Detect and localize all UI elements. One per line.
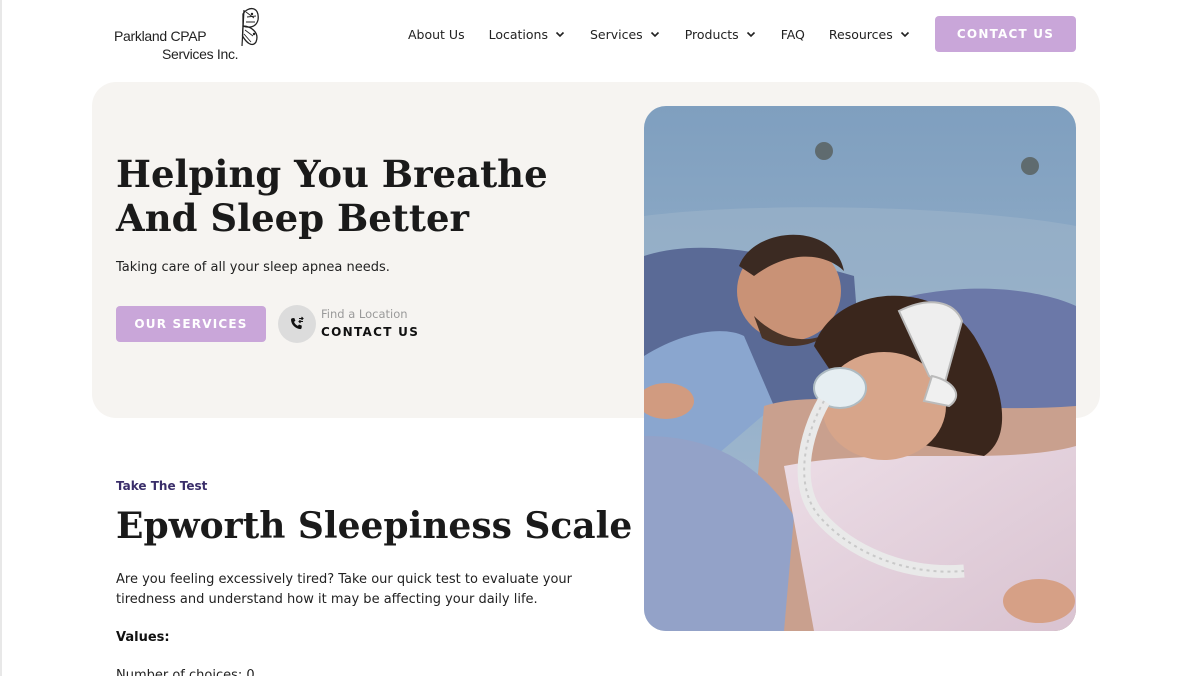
test-description: Are you feeling excessively tired? Take …: [116, 572, 572, 607]
nav-label: Services: [589, 26, 643, 42]
chevron-down-icon: [555, 31, 565, 38]
nav-resources[interactable]: Resources: [829, 27, 911, 42]
nav-faq[interactable]: FAQ: [781, 27, 805, 42]
site-header: Parkland CPAP Services Inc. About Us Loc…: [0, 0, 1189, 80]
chevron-down-icon: [746, 31, 755, 38]
choices-count: Number of choices: 0: [116, 668, 255, 676]
nav-label: FAQ: [780, 26, 805, 42]
find-location-link[interactable]: Find a Location: [321, 307, 408, 321]
nav-label: Products: [684, 26, 739, 42]
hero-photo: [644, 106, 1076, 631]
header-contact-button[interactable]: CONTACT US: [935, 16, 1076, 52]
phone-button[interactable]: [278, 305, 316, 343]
hero-title: Helping You Breathe And Sleep Better: [116, 152, 548, 240]
chevron-down-icon: [650, 31, 659, 38]
hero-subtitle: Taking care of all your sleep apnea need…: [116, 260, 390, 275]
nav-products[interactable]: Products: [685, 27, 757, 42]
nav-services[interactable]: Services: [590, 27, 661, 42]
chevron-down-icon: [900, 31, 909, 38]
nav-locations[interactable]: Locations: [489, 27, 566, 42]
main-nav: About Us Locations Services Products FAQ…: [408, 24, 911, 44]
nav-label: Locations: [488, 26, 548, 42]
logo-line-1: Parkland CPAP: [114, 28, 207, 44]
test-eyebrow: Take The Test: [116, 479, 208, 493]
butterfly-icon: [241, 8, 259, 47]
nav-about-us[interactable]: About Us: [408, 27, 465, 42]
our-services-button[interactable]: OUR SERVICES: [116, 306, 266, 342]
phone-transfer-icon: [291, 316, 304, 330]
values-label: Values:: [116, 630, 170, 645]
test-title: Epworth Sleepiness Scale: [116, 505, 633, 547]
hero-contact-link[interactable]: CONTACT US: [321, 325, 419, 339]
nav-label: About Us: [408, 26, 465, 42]
couple-sleeping-cpap-photo: [644, 106, 1076, 631]
page-edge: [0, 0, 2, 676]
site-logo[interactable]: Parkland CPAP Services Inc.: [114, 6, 264, 64]
nav-label: Resources: [828, 26, 893, 42]
